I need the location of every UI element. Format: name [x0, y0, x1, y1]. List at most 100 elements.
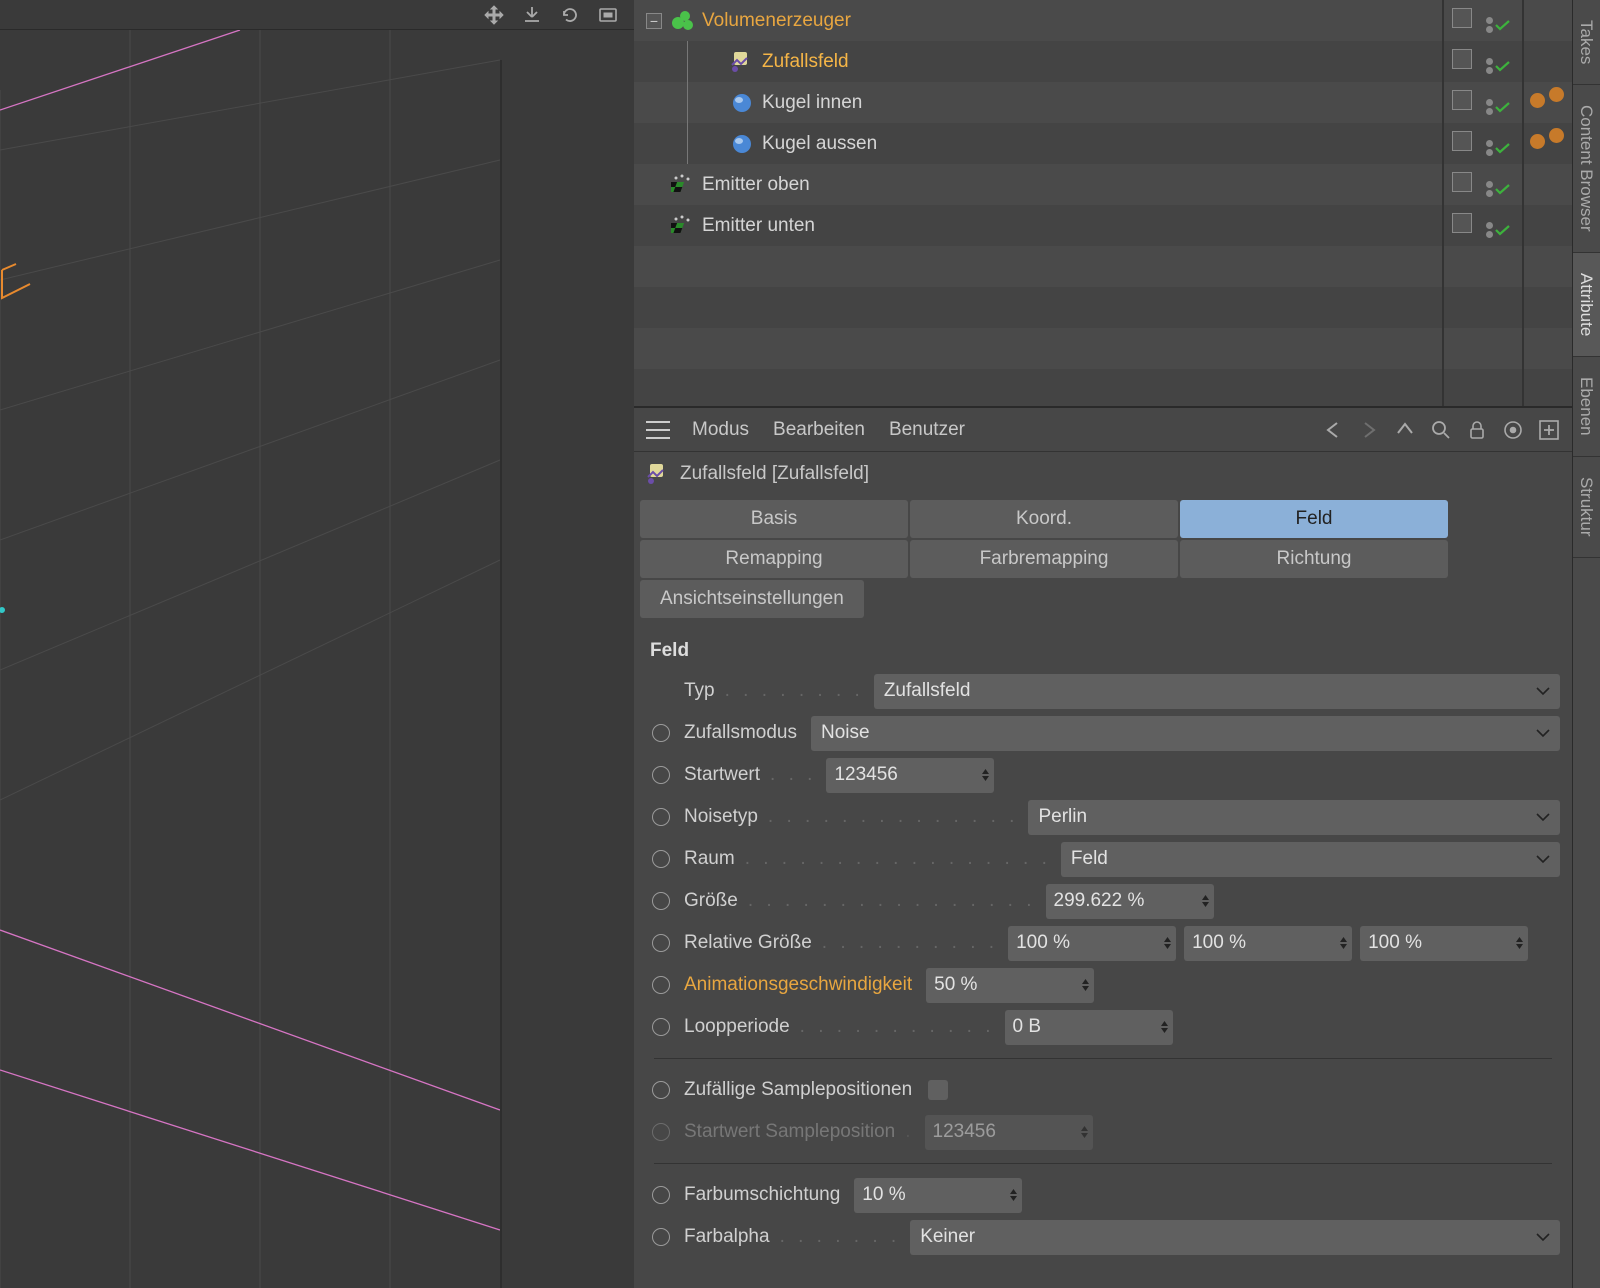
visibility-toggle[interactable] — [1486, 181, 1510, 197]
label-relgroesse: Relative Größe — [684, 932, 812, 954]
tab-remapping[interactable]: Remapping — [640, 540, 908, 578]
layer-color-icon[interactable] — [1452, 172, 1472, 192]
layer-color-icon[interactable] — [1452, 90, 1472, 110]
sidetab-content[interactable]: Content Browser — [1573, 85, 1600, 253]
spinner-icon[interactable] — [981, 768, 990, 782]
visibility-toggle[interactable] — [1486, 17, 1510, 33]
search-icon[interactable] — [1430, 419, 1452, 441]
add-icon[interactable] — [1538, 419, 1560, 441]
label-startwert: Startwert — [684, 764, 760, 786]
check-icon — [1495, 184, 1510, 195]
section-header: Feld — [650, 640, 1560, 662]
chevron-down-icon — [1536, 1230, 1550, 1244]
back-icon[interactable] — [1322, 419, 1344, 441]
chevron-down-icon — [1536, 726, 1550, 740]
input-relg-x[interactable]: 100 % — [1008, 926, 1176, 961]
forward-icon[interactable] — [1358, 419, 1380, 441]
target-icon[interactable] — [1502, 419, 1524, 441]
spinner-icon[interactable] — [1201, 894, 1210, 908]
lock-icon[interactable] — [1466, 419, 1488, 441]
attribute-tabs: Basis Koord. Feld Remapping Farbremappin… — [634, 496, 1572, 622]
tree-row-volumenerzeuger[interactable]: −Volumenerzeuger — [634, 0, 1572, 41]
dropdown-noisetyp[interactable]: Perlin — [1028, 800, 1560, 835]
tag-icon[interactable] — [1530, 134, 1545, 149]
viewport-3d[interactable] — [0, 30, 634, 1288]
menu-user[interactable]: Benutzer — [889, 419, 965, 441]
tree-row-kugel-innen[interactable]: Kugel innen — [634, 82, 1572, 123]
tab-richtung[interactable]: Richtung — [1180, 540, 1448, 578]
tree-row-kugel-aussen[interactable]: Kugel aussen — [634, 123, 1572, 164]
tree-row-emitter-oben[interactable]: Emitter oben — [634, 164, 1572, 205]
object-title: Zufallsfeld [Zufallsfeld] — [680, 463, 869, 485]
up-icon[interactable] — [1394, 419, 1416, 441]
sidetab-attribute[interactable]: Attribute — [1573, 253, 1600, 357]
input-loop[interactable]: 0 B — [1005, 1010, 1173, 1045]
menu-mode[interactable]: Modus — [692, 419, 749, 441]
dropdown-zufallsmodus[interactable]: Noise — [811, 716, 1560, 751]
tag-icon[interactable] — [1549, 128, 1564, 143]
input-relg-z[interactable]: 100 % — [1360, 926, 1528, 961]
tab-koord[interactable]: Koord. — [910, 500, 1178, 538]
tree-row-zufallsfeld[interactable]: Zufallsfeld — [634, 41, 1572, 82]
tab-basis[interactable]: Basis — [640, 500, 908, 538]
label-typ: Typ — [684, 680, 715, 702]
dropdown-farbalpha[interactable]: Keiner — [910, 1220, 1560, 1255]
sidetab-layers[interactable]: Ebenen — [1573, 357, 1600, 457]
object-manager[interactable]: −VolumenerzeugerZufallsfeld Kugel innen Ku… — [634, 0, 1572, 408]
volume-icon — [670, 9, 694, 33]
visibility-toggle[interactable] — [1486, 58, 1510, 74]
input-startwert[interactable]: 123456 — [826, 758, 994, 793]
tree-item-label: Kugel innen — [762, 92, 862, 114]
visibility-toggle[interactable] — [1486, 222, 1510, 238]
label-raum: Raum — [684, 848, 735, 870]
label-samplestart: Startwert Sampleposition — [684, 1121, 895, 1143]
reload-icon[interactable] — [558, 3, 582, 27]
tree-row-emitter-unten[interactable]: Emitter unten — [634, 205, 1572, 246]
tree-item-label: Kugel aussen — [762, 133, 877, 155]
expand-icon[interactable]: − — [646, 13, 662, 29]
input-animspeed[interactable]: 50 % — [926, 968, 1094, 1003]
visibility-toggle[interactable] — [1486, 140, 1510, 156]
check-icon — [1495, 61, 1510, 72]
label-animspeed: Animationsgeschwindigkeit — [684, 974, 912, 996]
input-relg-y[interactable]: 100 % — [1184, 926, 1352, 961]
tag-icon[interactable] — [1530, 93, 1545, 108]
input-farbum[interactable]: 10 % — [854, 1178, 1022, 1213]
layer-color-icon[interactable] — [1452, 131, 1472, 151]
check-icon — [1495, 143, 1510, 154]
randomfield-icon — [730, 50, 754, 74]
tree-item-label: Emitter oben — [702, 174, 810, 196]
check-icon — [1495, 20, 1510, 31]
tree-item-label: Emitter unten — [702, 215, 815, 237]
checkbox-samplepos[interactable] — [928, 1080, 948, 1100]
layer-color-icon[interactable] — [1452, 49, 1472, 69]
menu-edit[interactable]: Bearbeiten — [773, 419, 865, 441]
attr-menu-bar: Modus Bearbeiten Benutzer — [692, 419, 965, 441]
emitter-icon — [670, 214, 694, 238]
tab-feld[interactable]: Feld — [1180, 500, 1448, 538]
viewport-toolbar — [0, 0, 634, 30]
right-dock-tabs: Takes Content Browser Attribute Ebenen S… — [1572, 0, 1600, 1288]
menu-icon[interactable] — [646, 421, 670, 439]
chevron-down-icon — [1536, 852, 1550, 866]
layer-color-icon[interactable] — [1452, 8, 1472, 28]
tag-icon[interactable] — [1549, 87, 1564, 102]
sphere-icon — [730, 91, 754, 115]
visibility-toggle[interactable] — [1486, 99, 1510, 115]
chevron-down-icon — [1536, 810, 1550, 824]
sidetab-struktur[interactable]: Struktur — [1573, 457, 1600, 558]
label-noisetyp: Noisetyp — [684, 806, 758, 828]
dropdown-raum[interactable]: Feld — [1061, 842, 1560, 877]
check-icon — [1495, 225, 1510, 236]
move-icon[interactable] — [482, 3, 506, 27]
input-groesse[interactable]: 299.622 % — [1046, 884, 1214, 919]
push-down-icon[interactable] — [520, 3, 544, 27]
layer-color-icon[interactable] — [1452, 213, 1472, 233]
chevron-down-icon — [1536, 684, 1550, 698]
sidetab-takes[interactable]: Takes — [1573, 0, 1600, 85]
randomfield-icon — [646, 462, 670, 486]
frame-icon[interactable] — [596, 3, 620, 27]
tab-viewsettings[interactable]: Ansichtseinstellungen — [640, 580, 864, 618]
tab-farbremapping[interactable]: Farbremapping — [910, 540, 1178, 578]
dropdown-typ[interactable]: Zufallsfeld — [874, 674, 1560, 709]
